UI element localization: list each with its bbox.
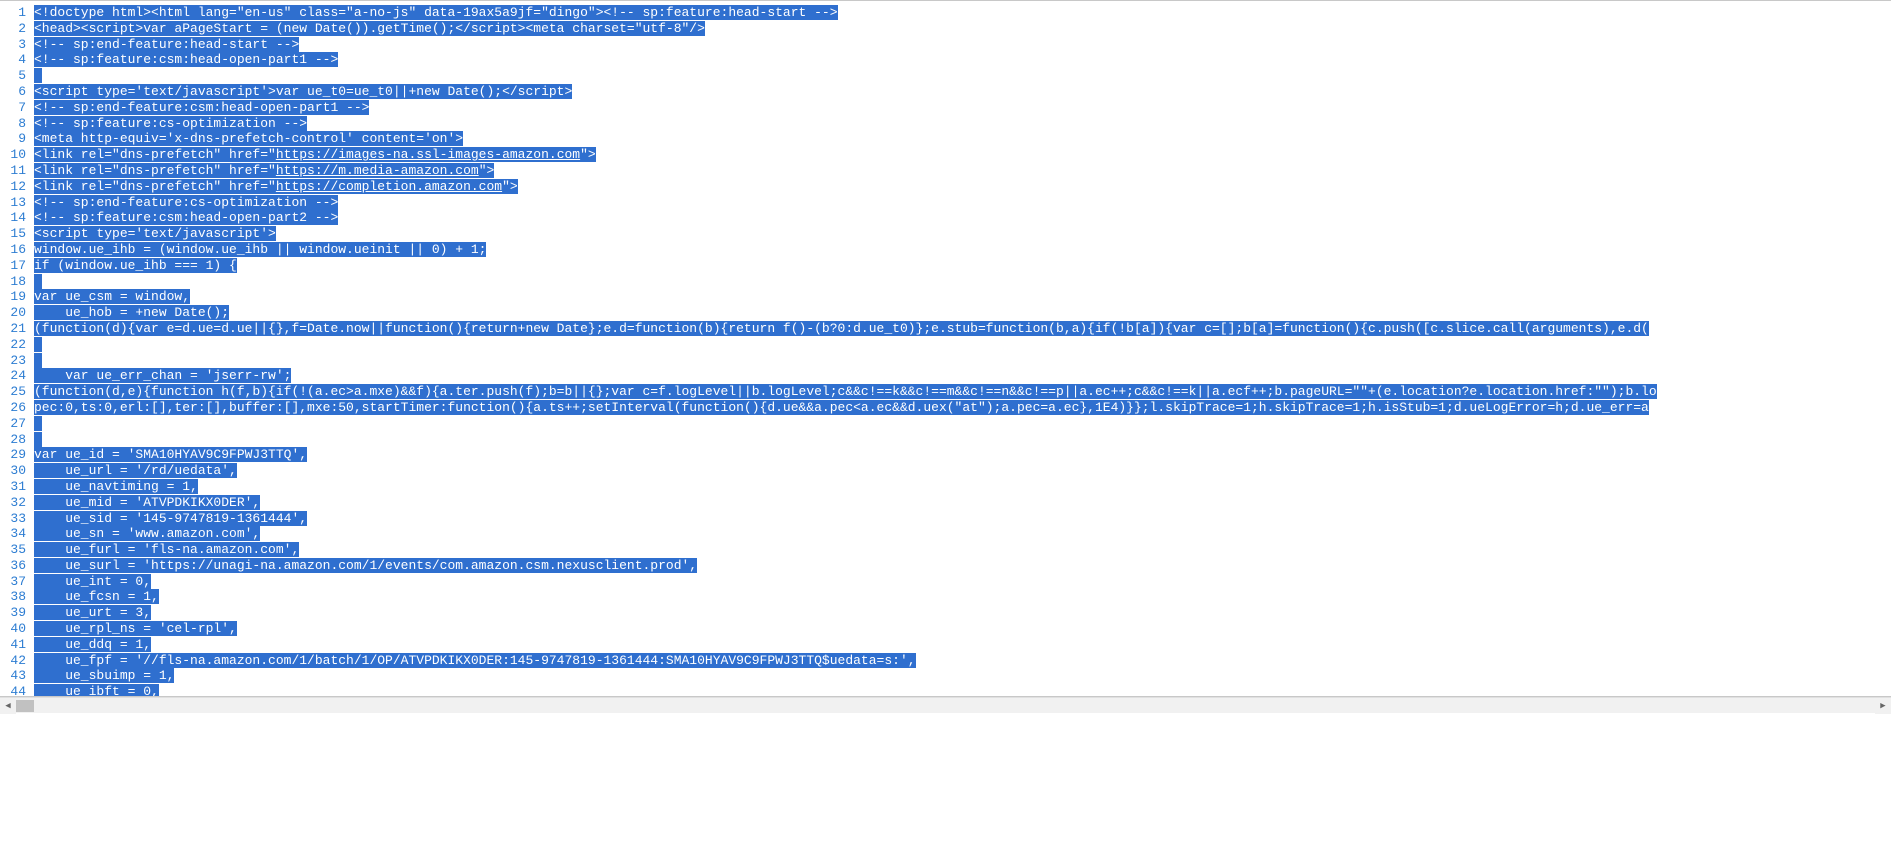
code-line[interactable]: <!-- sp:feature:cs-optimization -->	[34, 116, 1891, 132]
code-line[interactable]: <script type='text/javascript'>var ue_t0…	[34, 84, 1891, 100]
line-number: 41	[0, 637, 26, 653]
line-number: 7	[0, 100, 26, 116]
code-line[interactable]: ue_fpf = '//fls-na.amazon.com/1/batch/1/…	[34, 653, 1891, 669]
line-number: 17	[0, 258, 26, 274]
code-line[interactable]: window.ue_ihb = (window.ue_ihb || window…	[34, 242, 1891, 258]
code-line[interactable]: <head><script>var aPageStart = (new Date…	[34, 21, 1891, 37]
code-line[interactable]	[34, 68, 1891, 84]
scrollbar-thumb[interactable]	[16, 700, 34, 712]
line-number: 19	[0, 289, 26, 305]
line-number: 9	[0, 131, 26, 147]
code-content[interactable]: <!doctype html><html lang="en-us" class=…	[32, 1, 1891, 696]
line-number: 35	[0, 542, 26, 558]
code-line[interactable]: ue_sn = 'www.amazon.com',	[34, 526, 1891, 542]
code-line[interactable]: ue_hob = +new Date();	[34, 305, 1891, 321]
line-number: 4	[0, 52, 26, 68]
code-line[interactable]: ue_urt = 3,	[34, 605, 1891, 621]
code-line[interactable]: ue_fcsn = 1,	[34, 589, 1891, 605]
code-line[interactable]: pec:0,ts:0,erl:[],ter:[],buffer:[],mxe:5…	[34, 400, 1891, 416]
code-line[interactable]: <script type='text/javascript'>	[34, 226, 1891, 242]
code-line[interactable]	[34, 274, 1891, 290]
code-line[interactable]	[34, 353, 1891, 369]
url-link[interactable]: https://images-na.ssl-images-amazon.com	[276, 147, 580, 162]
code-line[interactable]: ue_sbuimp = 1,	[34, 668, 1891, 684]
code-line[interactable]	[34, 432, 1891, 448]
line-number: 11	[0, 163, 26, 179]
line-number: 33	[0, 511, 26, 527]
line-number: 31	[0, 479, 26, 495]
line-number: 34	[0, 526, 26, 542]
line-number: 3	[0, 37, 26, 53]
code-line[interactable]: <!-- sp:feature:csm:head-open-part2 -->	[34, 210, 1891, 226]
code-line[interactable]: <!doctype html><html lang="en-us" class=…	[34, 5, 1891, 21]
scroll-left-button[interactable]: ◀	[0, 698, 16, 714]
code-line[interactable]: ue_ddq = 1,	[34, 637, 1891, 653]
line-number: 5	[0, 68, 26, 84]
line-number: 28	[0, 432, 26, 448]
code-line[interactable]: <!-- sp:end-feature:head-start -->	[34, 37, 1891, 53]
line-number: 32	[0, 495, 26, 511]
line-number: 22	[0, 337, 26, 353]
line-number: 21	[0, 321, 26, 337]
code-editor[interactable]: 1234567891011121314151617181920212223242…	[0, 0, 1891, 697]
code-line[interactable]: ue_mid = 'ATVPDKIKX0DER',	[34, 495, 1891, 511]
code-line[interactable]: (function(d,e){function h(f,b){if(!(a.ec…	[34, 384, 1891, 400]
code-line[interactable]	[34, 337, 1891, 353]
line-number: 2	[0, 21, 26, 37]
code-line[interactable]: ue_surl = 'https://unagi-na.amazon.com/1…	[34, 558, 1891, 574]
url-link[interactable]: https://m.media-amazon.com	[276, 163, 479, 178]
line-number: 26	[0, 400, 26, 416]
code-line[interactable]: <!-- sp:feature:csm:head-open-part1 -->	[34, 52, 1891, 68]
code-line[interactable]: var ue_csm = window,	[34, 289, 1891, 305]
line-number: 15	[0, 226, 26, 242]
line-number-gutter: 1234567891011121314151617181920212223242…	[0, 1, 32, 696]
line-number: 1	[0, 5, 26, 21]
line-number: 12	[0, 179, 26, 195]
code-line[interactable]: <meta http-equiv='x-dns-prefetch-control…	[34, 131, 1891, 147]
code-line[interactable]: ue_int = 0,	[34, 574, 1891, 590]
code-line[interactable]: <link rel="dns-prefetch" href="https://c…	[34, 179, 1891, 195]
code-line[interactable]: ue_ibft = 0,	[34, 684, 1891, 697]
line-number: 16	[0, 242, 26, 258]
code-line[interactable]: var ue_id = 'SMA10HYAV9C9FPWJ3TTQ',	[34, 447, 1891, 463]
line-number: 40	[0, 621, 26, 637]
line-number: 14	[0, 210, 26, 226]
line-number: 25	[0, 384, 26, 400]
code-line[interactable]: if (window.ue_ihb === 1) {	[34, 258, 1891, 274]
code-line[interactable]: ue_sid = '145-9747819-1361444',	[34, 511, 1891, 527]
code-line[interactable]: (function(d){var e=d.ue=d.ue||{},f=Date.…	[34, 321, 1891, 337]
code-line[interactable]: <link rel="dns-prefetch" href="https://m…	[34, 163, 1891, 179]
line-number: 13	[0, 195, 26, 211]
code-line[interactable]	[34, 416, 1891, 432]
line-number: 37	[0, 574, 26, 590]
code-line[interactable]: ue_rpl_ns = 'cel-rpl',	[34, 621, 1891, 637]
line-number: 39	[0, 605, 26, 621]
line-number: 24	[0, 368, 26, 384]
line-number: 8	[0, 116, 26, 132]
code-line[interactable]: ue_furl = 'fls-na.amazon.com',	[34, 542, 1891, 558]
line-number: 6	[0, 84, 26, 100]
code-line[interactable]: ue_navtiming = 1,	[34, 479, 1891, 495]
line-number: 20	[0, 305, 26, 321]
line-number: 23	[0, 353, 26, 369]
code-line[interactable]: var ue_err_chan = 'jserr-rw';	[34, 368, 1891, 384]
line-number: 10	[0, 147, 26, 163]
line-number: 43	[0, 668, 26, 684]
code-line[interactable]: ue_url = '/rd/uedata',	[34, 463, 1891, 479]
line-number: 38	[0, 589, 26, 605]
scroll-right-button[interactable]: ▶	[1875, 698, 1891, 714]
line-number: 29	[0, 447, 26, 463]
code-line[interactable]: <!-- sp:end-feature:cs-optimization -->	[34, 195, 1891, 211]
code-line[interactable]: <!-- sp:end-feature:csm:head-open-part1 …	[34, 100, 1891, 116]
horizontal-scrollbar[interactable]: ◀ ▶	[0, 697, 1891, 713]
line-number: 18	[0, 274, 26, 290]
code-line[interactable]: <link rel="dns-prefetch" href="https://i…	[34, 147, 1891, 163]
line-number: 30	[0, 463, 26, 479]
line-number: 27	[0, 416, 26, 432]
url-link[interactable]: https://completion.amazon.com	[276, 179, 502, 194]
line-number: 36	[0, 558, 26, 574]
line-number: 42	[0, 653, 26, 669]
line-number: 44	[0, 684, 26, 697]
